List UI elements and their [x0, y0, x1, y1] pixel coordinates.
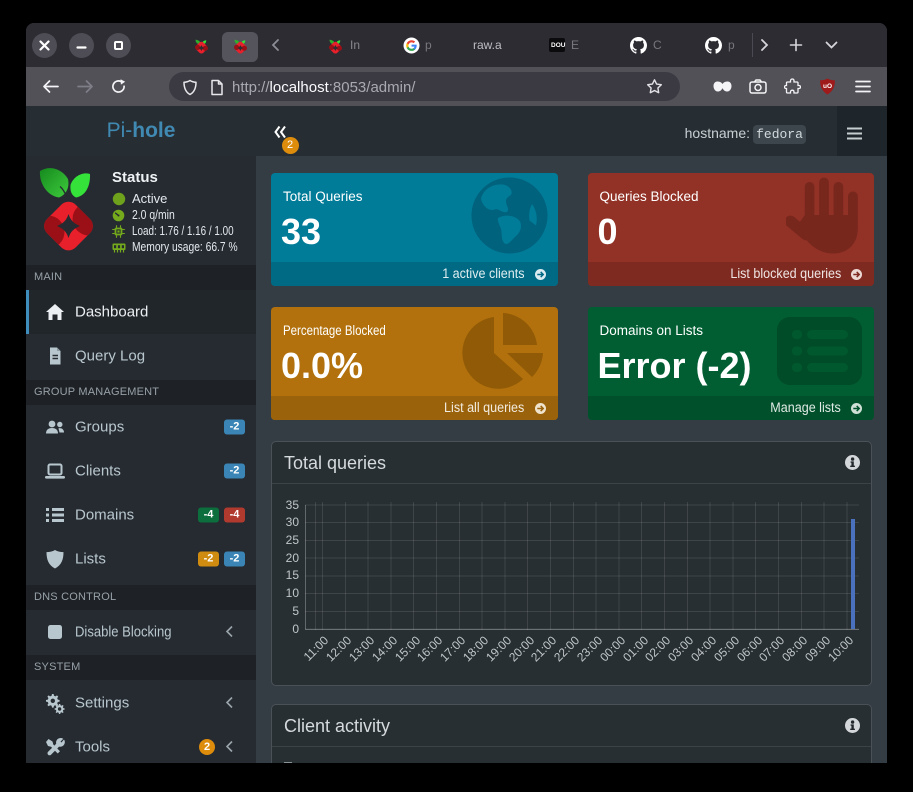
svg-text:uO: uO [823, 83, 832, 90]
